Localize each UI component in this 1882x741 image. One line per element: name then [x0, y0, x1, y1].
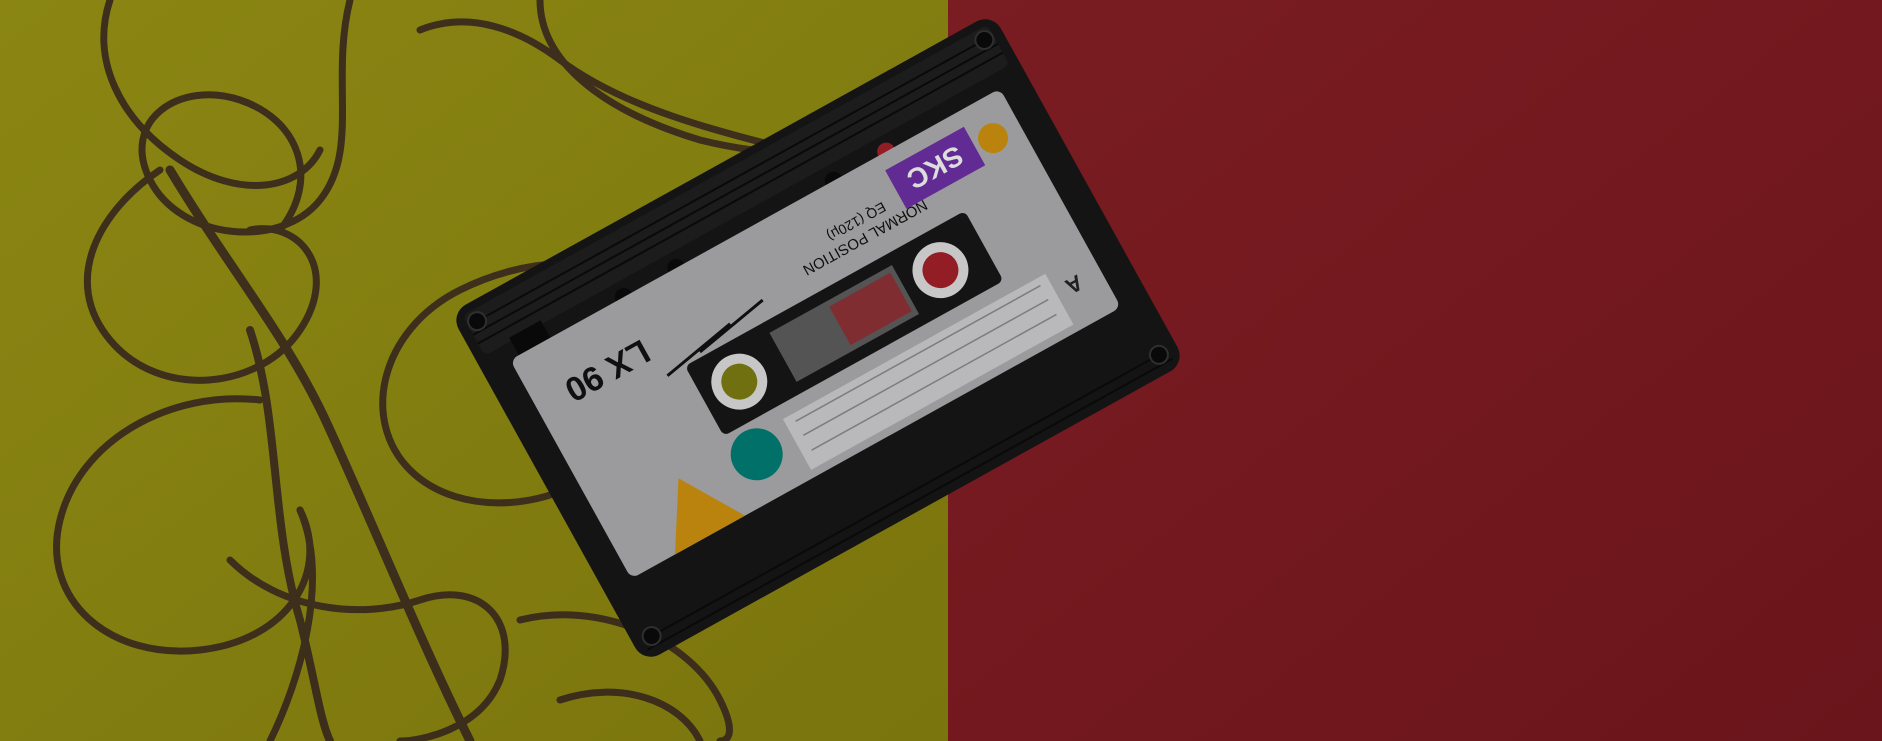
photo-canvas: SKC LX 90 NORMAL POSITION EQ (120μ) A: [0, 0, 1882, 741]
photo-dim-overlay: [0, 0, 1882, 741]
cassette-tape-photo: SKC LX 90 NORMAL POSITION EQ (120μ) A: [0, 0, 1882, 741]
